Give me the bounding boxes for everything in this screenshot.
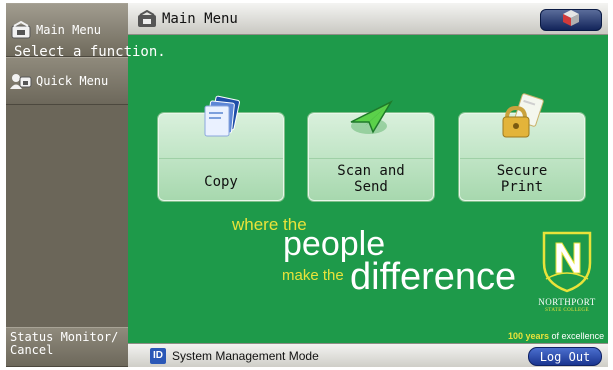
sidebar-quick-menu-button[interactable]: Quick Menu [6,57,128,105]
secure-print-icon [502,93,544,138]
counter-check-button[interactable] [540,9,602,31]
main-menu-icon [136,9,158,29]
brand-make-the: make the [282,267,344,284]
sidebar-quick-menu-label: Quick Menu [36,74,109,88]
send-icon [350,100,393,134]
instruction-text: Select a function. [14,44,166,60]
tile-divider [309,158,433,159]
scan-and-send-function-button[interactable]: Scan and Send [308,100,434,201]
college-subtitle: STATE COLLEGE [545,308,589,313]
log-out-button[interactable]: Log Out [528,347,602,366]
sidebar-empty-area [6,105,128,327]
secure-print-function-button[interactable]: Secure Print [459,93,585,201]
college-crest: NORTHPORT STATE COLLEGE [532,229,602,319]
device-screen: Main Menu Quick Menu Status Monitor/ Can… [6,3,608,367]
college-shield-logo [542,231,592,293]
years-bold: 100 years [508,331,550,341]
college-name: NORTHPORT [538,297,596,307]
sidebar-main-menu-label: Main Menu [36,23,102,37]
header-bar: Main Menu [128,3,608,35]
brand-difference: difference [350,256,517,298]
scan-and-send-label: Scan and Send [337,163,405,195]
system-mode-text: System Management Mode [172,348,319,363]
status-monitor-label: Status Monitor/ Cancel [10,330,119,357]
copy-function-button[interactable]: Copy [158,95,284,201]
copy-icon [204,95,240,137]
tile-divider [460,158,584,159]
settings-counter-icon [562,9,580,31]
tile-divider [159,158,283,159]
brand-years-tagline: 100 years of excellence [508,331,604,341]
secure-print-label: Secure Print [496,163,548,195]
years-rest: of excellence [549,331,605,341]
id-icon: ID [150,347,166,364]
copy-label: Copy [204,174,238,190]
main-menu-icon [10,19,32,41]
status-monitor-button[interactable]: Status Monitor/ Cancel [6,327,128,367]
quick-menu-icon [10,70,32,92]
footer-bar: ID System Management Mode Log Out [128,343,608,367]
page-title: Main Menu [162,10,238,27]
